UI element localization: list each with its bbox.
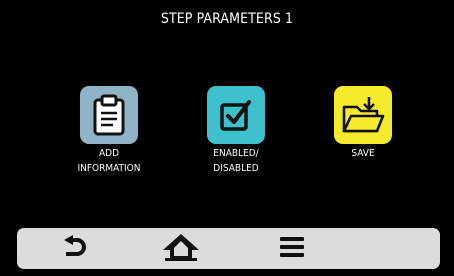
clipboard-icon <box>91 94 127 136</box>
folder-save-icon <box>341 95 385 135</box>
back-arrow-icon <box>62 234 88 263</box>
save-button[interactable] <box>334 86 392 144</box>
menu-button[interactable] <box>264 228 320 269</box>
add-information-label: ADD INFORMATION <box>77 148 141 174</box>
checkbox-icon <box>219 98 253 132</box>
enabled-disabled-label: ENABLED/ DISABLED <box>213 148 259 174</box>
home-button[interactable] <box>153 228 209 269</box>
screen: STEP PARAMETERS 1 ADD INFORMATION ENABLE… <box>0 0 454 276</box>
page-title: STEP PARAMETERS 1 <box>160 11 294 27</box>
home-icon <box>162 232 200 266</box>
save-label: SAVE <box>351 148 375 159</box>
back-button[interactable] <box>47 228 103 269</box>
enabled-disabled-button[interactable] <box>207 86 265 144</box>
add-information-button[interactable] <box>80 86 138 144</box>
menu-icon <box>279 236 305 262</box>
bottom-nav-bar <box>17 228 440 269</box>
